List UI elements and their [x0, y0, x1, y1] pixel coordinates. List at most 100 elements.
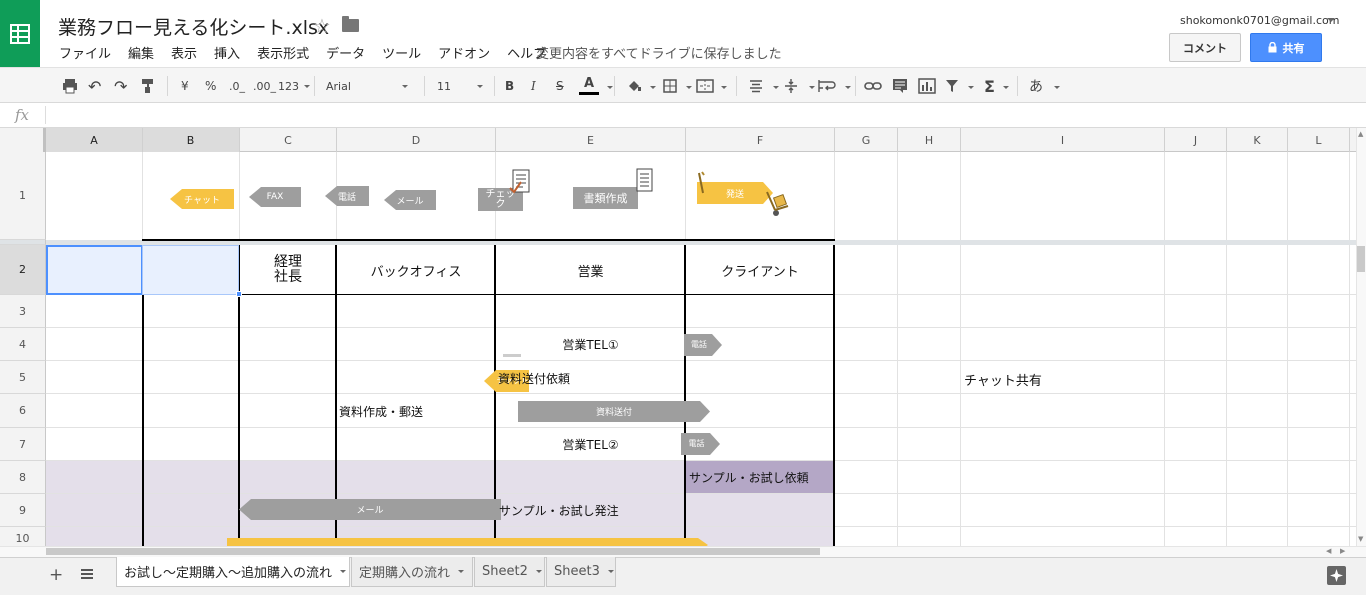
sheets-logo[interactable]	[0, 0, 40, 67]
sheet-tab-caret-icon[interactable]	[607, 570, 614, 573]
document-title[interactable]: 業務フロー見える化シート.xlsx	[58, 13, 329, 40]
lane-header-sales[interactable]: 営業	[496, 261, 685, 280]
functions-icon[interactable]: Σ	[984, 76, 995, 96]
text-color-button[interactable]: A	[579, 76, 599, 98]
legend-document-shape[interactable]: 書類作成	[573, 187, 638, 209]
menu-edit[interactable]: 編集	[128, 43, 154, 62]
text-wrapping-icon[interactable]	[818, 76, 836, 96]
lane-header-back-office[interactable]: バックオフィス	[337, 261, 495, 280]
insert-chart-icon[interactable]	[918, 76, 936, 96]
row-header-5[interactable]: 5	[0, 361, 46, 394]
cell-e9[interactable]: サンプル・お試し発注	[499, 502, 619, 519]
col-header-f[interactable]: F	[686, 128, 835, 152]
sheet-tab-subscription-flow[interactable]: 定期購入の流れ	[351, 557, 473, 587]
row-header-9[interactable]: 9	[0, 494, 46, 527]
col-header-c[interactable]: C	[240, 128, 337, 152]
sheet-tab-sheet3[interactable]: Sheet3	[546, 557, 616, 587]
col-header-g[interactable]: G	[835, 128, 898, 152]
menu-insert[interactable]: 挿入	[214, 43, 240, 62]
comment-icon[interactable]	[892, 76, 908, 96]
col-header-d[interactable]: D	[337, 128, 496, 152]
row-header-8[interactable]: 8	[0, 461, 46, 494]
lane-header-accounting[interactable]: 経理 社長	[240, 255, 336, 285]
cell-i5[interactable]: チャット共有	[964, 370, 1042, 389]
decrease-decimal-button[interactable]: .0_	[229, 76, 245, 96]
sheet-tab-sheet2[interactable]: Sheet2	[474, 557, 545, 587]
comment-button[interactable]: コメント	[1169, 33, 1241, 62]
menu-view[interactable]: 表示	[171, 43, 197, 62]
col-header-e[interactable]: E	[496, 128, 686, 152]
col-header-k[interactable]: K	[1227, 128, 1288, 152]
spreadsheet-grid[interactable]: A B C D E F G H I J K L B A 1 2 3 4 5 6 …	[0, 128, 1356, 546]
currency-button[interactable]: ¥	[181, 76, 189, 96]
input-tools-button[interactable]: あ	[1029, 76, 1043, 96]
col-header-l[interactable]: L	[1288, 128, 1350, 152]
horizontal-align-caret-icon[interactable]	[773, 86, 779, 89]
menu-file[interactable]: ファイル	[59, 43, 111, 62]
row-header-7[interactable]: 7	[0, 428, 46, 461]
horizontal-align-icon[interactable]	[748, 76, 764, 96]
font-family-dropdown[interactable]: Arial	[326, 76, 408, 96]
scroll-right-icon[interactable]: ▶	[1340, 547, 1345, 555]
col-header-b-selected[interactable]: B	[142, 128, 240, 152]
link-icon[interactable]	[864, 76, 882, 96]
text-wrapping-caret-icon[interactable]	[845, 86, 851, 89]
menu-format[interactable]: 表示形式	[257, 43, 309, 62]
row-header-2[interactable]: 2	[0, 245, 46, 295]
filter-caret-icon[interactable]	[968, 86, 974, 89]
vertical-align-icon[interactable]	[783, 76, 799, 96]
lane-header-client[interactable]: クライアント	[686, 261, 834, 280]
flow-chat-shape-10[interactable]	[227, 538, 708, 546]
merge-cells-icon[interactable]	[696, 76, 714, 96]
borders-icon[interactable]	[662, 76, 678, 96]
sheet-tab-caret-icon[interactable]	[340, 570, 347, 573]
flow-send-document-shape[interactable]: 資料送付	[518, 401, 710, 422]
col-header-h[interactable]: H	[898, 128, 961, 152]
legend-chat-shape[interactable]: チャット	[170, 189, 234, 209]
sheet-tab-caret-icon[interactable]	[458, 570, 465, 573]
col-header-a-selected[interactable]: A	[46, 128, 143, 152]
vertical-align-caret-icon[interactable]	[809, 86, 815, 89]
flow-mail-shape-9[interactable]: メール	[239, 499, 501, 520]
text-color-caret-icon[interactable]	[607, 86, 613, 89]
percent-button[interactable]: %	[205, 76, 216, 96]
vertical-scroll-thumb[interactable]	[1357, 246, 1365, 272]
row-header-1[interactable]: 1	[0, 152, 46, 240]
account-email[interactable]: shokomonk0701@gmail.com	[1180, 14, 1339, 27]
bold-button[interactable]: B	[505, 76, 514, 96]
col-header-i[interactable]: I	[961, 128, 1165, 152]
filter-icon[interactable]	[945, 76, 959, 96]
strikethrough-button[interactable]: S	[556, 76, 564, 96]
legend-phone-shape[interactable]: 電話	[325, 186, 369, 206]
flow-phone-shape-1[interactable]: 電話	[684, 334, 722, 356]
vertical-scrollbar[interactable]	[1356, 128, 1366, 546]
redo-icon[interactable]: ↷	[114, 76, 127, 96]
folder-icon[interactable]	[342, 16, 359, 32]
fill-color-caret-icon[interactable]	[650, 86, 656, 89]
font-size-dropdown[interactable]: 11	[437, 76, 483, 96]
menu-tools[interactable]: ツール	[382, 43, 421, 62]
borders-caret-icon[interactable]	[686, 86, 692, 89]
cell-f8[interactable]: サンプル・お試し依頼	[689, 469, 809, 486]
functions-caret-icon[interactable]	[1003, 86, 1009, 89]
more-formats-dropdown[interactable]: 123	[278, 76, 310, 96]
scroll-up-icon[interactable]: ▲	[1358, 130, 1363, 138]
add-sheet-icon[interactable]: +	[49, 565, 63, 585]
fill-handle[interactable]	[236, 291, 242, 297]
print-icon[interactable]	[62, 76, 78, 96]
horizontal-scroll-thumb[interactable]	[46, 548, 820, 555]
legend-shipping-shape[interactable]: 発送	[697, 182, 773, 204]
fill-color-icon[interactable]	[626, 76, 642, 96]
row-header-10[interactable]: 10	[0, 527, 46, 546]
all-sheets-icon[interactable]	[80, 568, 94, 580]
select-all-corner[interactable]	[0, 128, 46, 152]
sheet-tab-trial-flow[interactable]: お試し〜定期購入〜追加購入の流れ	[116, 557, 350, 587]
star-icon[interactable]: ☆	[313, 14, 331, 38]
row-header-4[interactable]: 4	[0, 328, 46, 361]
account-caret-icon[interactable]	[1327, 18, 1335, 22]
scroll-left-icon[interactable]: ◀	[1326, 547, 1331, 555]
share-button[interactable]: 共有	[1250, 33, 1322, 62]
input-tools-caret-icon[interactable]	[1054, 86, 1060, 89]
cell-e7[interactable]: 営業TEL②	[496, 436, 685, 453]
menu-addons[interactable]: アドオン	[438, 43, 490, 62]
